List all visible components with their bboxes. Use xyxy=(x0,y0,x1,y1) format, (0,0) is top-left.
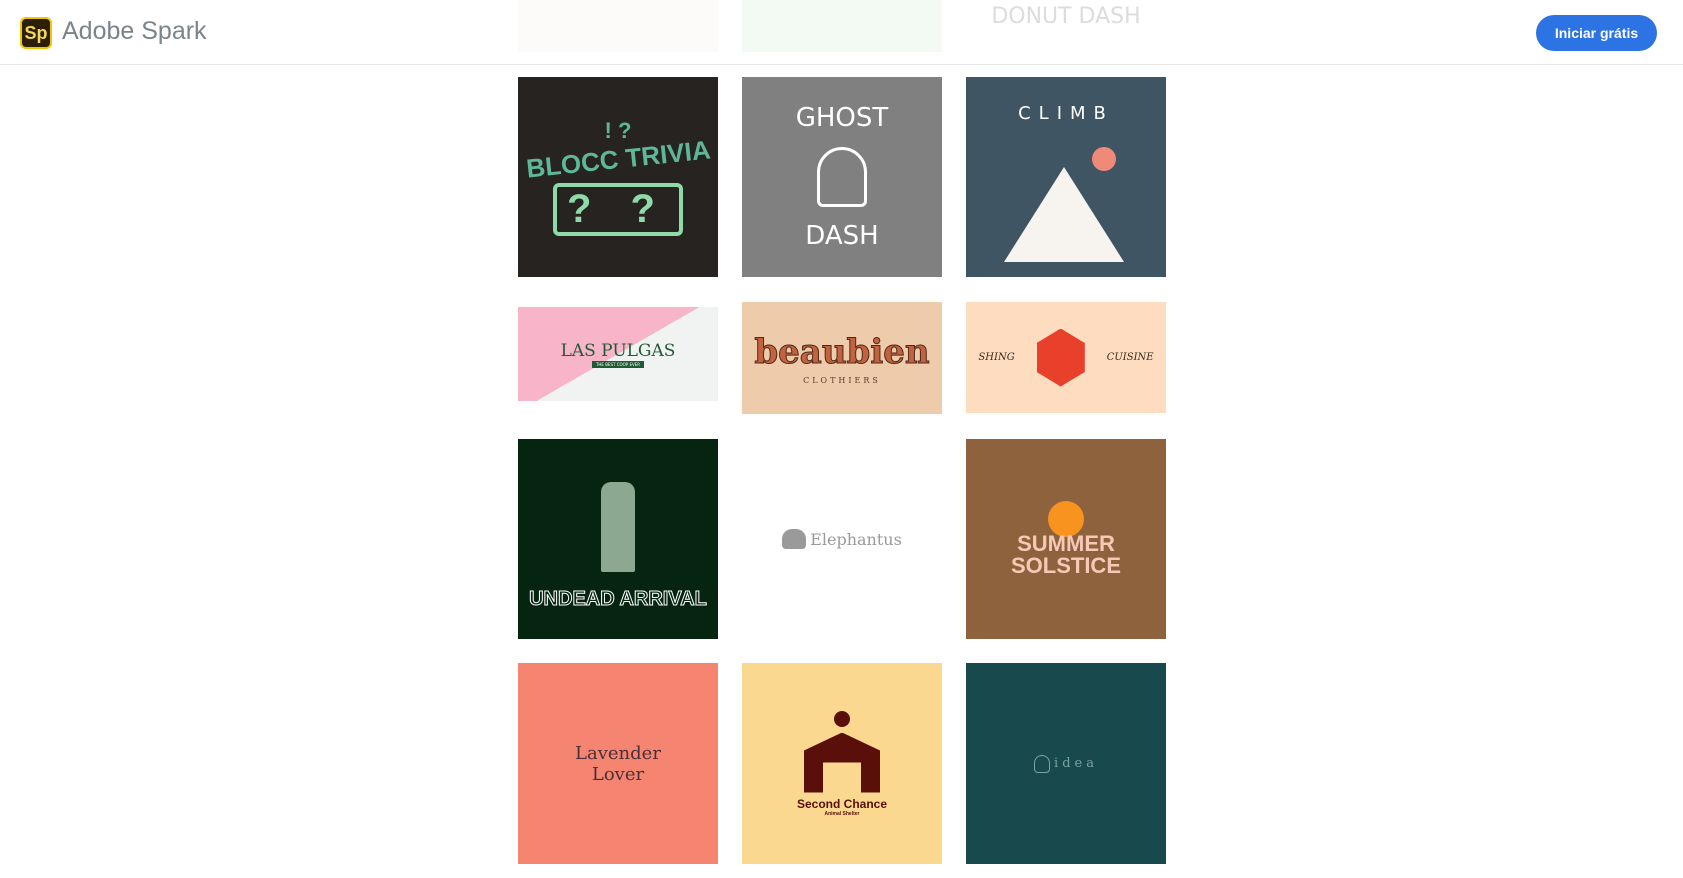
tile-subtitle: Animal Shelter xyxy=(824,810,860,817)
lightbulb-icon xyxy=(1034,754,1051,773)
template-tile-beaubien[interactable]: beaubien CLOTHIERS xyxy=(742,302,942,414)
house-icon xyxy=(804,732,880,793)
ghost-icon xyxy=(817,147,867,207)
template-tile-blocc-trivia[interactable]: ! ? BLOCC TRIVIA ? ? xyxy=(518,77,718,277)
tile-title: CLIMB xyxy=(1018,103,1114,124)
tile-subtitle: THE BEST COOP EVER xyxy=(591,360,645,368)
tile-title-line2: Lover xyxy=(591,763,645,785)
template-tile-shing-cuisine[interactable]: SHING CUISINE xyxy=(966,302,1166,413)
template-tile-climb[interactable]: CLIMB xyxy=(966,77,1166,277)
template-tile-idea[interactable]: idea xyxy=(966,663,1166,864)
template-tile-second-chance[interactable]: Second Chance Animal Shelter xyxy=(742,663,942,864)
hexagon-icon xyxy=(1036,328,1085,387)
template-tile-summer-solstice[interactable]: SUMMER SOLSTICE xyxy=(966,439,1166,639)
tile-title-line1: Lavender xyxy=(575,742,661,764)
dice-icon: ? ? xyxy=(553,183,683,236)
brand-name[interactable]: Adobe Spark xyxy=(62,17,207,46)
logo-text: Sp xyxy=(24,22,48,43)
adobe-spark-logo[interactable]: Sp xyxy=(20,17,52,49)
tile-title: beaubien xyxy=(754,331,930,372)
tile-title-line2: SOLSTICE xyxy=(1010,553,1121,578)
template-tile-ghost-dash[interactable]: GHOST DASH xyxy=(742,77,942,277)
mountain-icon xyxy=(1004,167,1124,262)
template-tile-las-pulgas[interactable]: LAS PULGAS THE BEST COOP EVER xyxy=(518,307,718,401)
tile-title: LAS PULGAS xyxy=(560,340,676,361)
tile-title-line2: DASH xyxy=(805,221,879,251)
tile-title: Elephantus xyxy=(810,529,902,549)
template-tile-donut-dash[interactable]: DONUT DASH xyxy=(966,0,1166,52)
template-tile[interactable] xyxy=(742,0,942,52)
tile-title: DONUT DASH xyxy=(991,4,1141,29)
sun-icon xyxy=(834,710,850,727)
template-tile[interactable] xyxy=(518,0,718,52)
tile-subtitle: CLOTHIERS xyxy=(803,375,881,385)
tile-marks: ! ? xyxy=(604,118,632,143)
elephant-icon xyxy=(782,529,807,549)
tile-right-text: CUISINE xyxy=(1106,352,1154,363)
tile-title: idea xyxy=(1054,756,1098,771)
tile-title: Second Chance xyxy=(796,796,888,811)
start-free-button[interactable]: Iniciar grátis xyxy=(1536,15,1657,51)
zombie-hand-icon xyxy=(601,482,635,572)
tile-title-line1: SUMMER xyxy=(1017,531,1115,556)
tile-left-text: SHING xyxy=(978,352,1015,363)
template-tile-undead-arrival[interactable]: UNDEAD ARRIVAL xyxy=(518,439,718,639)
tile-title-line1: GHOST xyxy=(795,103,889,133)
tile-title: UNDEAD ARRIVAL xyxy=(529,588,708,611)
template-tile-elephantus[interactable]: Elephantus xyxy=(742,439,942,639)
template-tile-lavender-lover[interactable]: Lavender Lover xyxy=(518,663,718,864)
